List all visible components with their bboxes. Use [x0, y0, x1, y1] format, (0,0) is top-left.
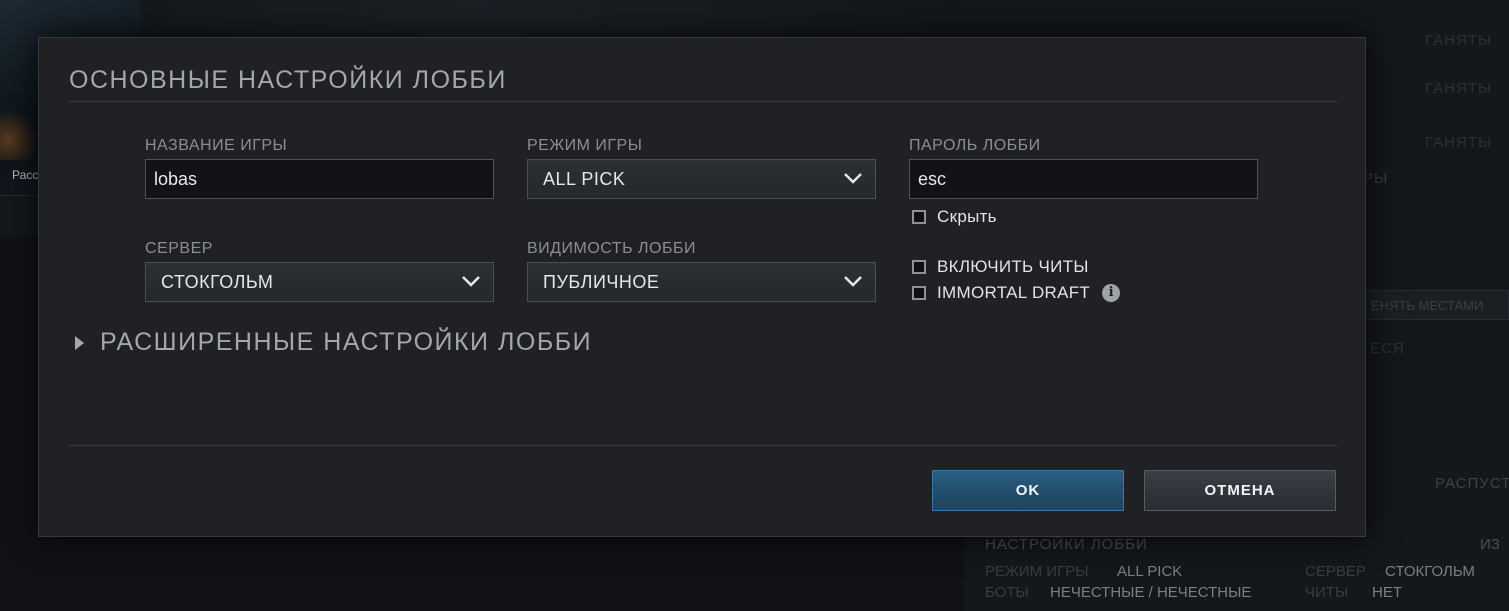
immortal-draft-checkbox[interactable]: [912, 286, 926, 300]
enable-cheats-checkbox-row[interactable]: ВКЛЮЧИТЬ ЧИТЫ: [912, 257, 1089, 277]
hide-password-label: Скрыть: [937, 207, 997, 226]
ok-button[interactable]: OK: [932, 470, 1124, 511]
advanced-settings-toggle[interactable]: РАСШИРЕННЫЕ НАСТРОЙКИ ЛОББИ: [75, 328, 592, 357]
game-mode-value: ALL PICK: [543, 169, 626, 189]
enable-cheats-checkbox[interactable]: [912, 260, 926, 274]
server-select[interactable]: СТОКГОЛЬМ: [145, 262, 494, 302]
game-name-label: НАЗВАНИЕ ИГРЫ: [145, 137, 288, 154]
lobby-password-label: ПАРОЛЬ ЛОББИ: [909, 137, 1041, 154]
summary-bots-key: БОТЫ: [985, 584, 1029, 601]
enable-cheats-label: ВКЛЮЧИТЬ ЧИТЫ: [937, 257, 1089, 276]
hide-password-checkbox[interactable]: [912, 210, 926, 224]
lobby-password-input[interactable]: [909, 159, 1258, 199]
summary-bots-value: НЕЧЕСТНЫЕ / НЕЧЕСТНЫЕ: [1050, 584, 1252, 601]
summary-mode-value: ALL PICK: [1117, 563, 1183, 580]
bg-left-label: Расс: [12, 168, 39, 182]
summary-mode-key: РЕЖИМ ИГРЫ: [985, 563, 1089, 580]
server-value: СТОКГОЛЬМ: [161, 272, 274, 292]
hide-password-checkbox-row[interactable]: Скрыть: [912, 207, 997, 227]
lobby-summary-title-right: ИЗ: [1480, 536, 1500, 553]
lobby-settings-dialog: ОСНОВНЫЕ НАСТРОЙКИ ЛОББИ НАЗВАНИЕ ИГРЫ Р…: [38, 37, 1366, 537]
chevron-down-icon: [844, 276, 862, 287]
bg-faint-text: РАСПУСТ: [1435, 475, 1509, 492]
lobby-summary: НАСТРОЙКИ ЛОББИ ИЗ РЕЖИМ ИГРЫ ALL PICK С…: [965, 536, 1509, 611]
chevron-down-icon: [462, 276, 480, 287]
footer-divider: [69, 445, 1337, 446]
visibility-select[interactable]: ПУБЛИЧНОЕ: [527, 262, 876, 302]
expand-arrow-icon: [75, 335, 84, 350]
visibility-label: ВИДИМОСТЬ ЛОББИ: [527, 240, 696, 257]
immortal-draft-label: IMMORTAL DRAFT: [937, 283, 1091, 302]
chevron-down-icon: [844, 173, 862, 184]
info-icon[interactable]: i: [1102, 284, 1121, 302]
dialog-title: ОСНОВНЫЕ НАСТРОЙКИ ЛОББИ: [69, 66, 507, 94]
summary-server-value: СТОКГОЛЬМ: [1385, 563, 1475, 580]
game-mode-select[interactable]: ALL PICK: [527, 159, 876, 199]
game-mode-label: РЕЖИМ ИГРЫ: [527, 137, 643, 154]
title-divider: [69, 101, 1337, 102]
immortal-draft-checkbox-row[interactable]: IMMORTAL DRAFT i: [912, 283, 1121, 303]
bg-faint-text: ГАНЯТЫ: [1425, 80, 1493, 97]
summary-server-key: СЕРВЕР: [1305, 563, 1366, 580]
bg-faint-text: ЕСЯ: [1370, 340, 1405, 357]
advanced-settings-label: РАСШИРЕННЫЕ НАСТРОЙКИ ЛОББИ: [100, 328, 593, 356]
cancel-button[interactable]: ОТМЕНА: [1144, 470, 1336, 511]
bg-faint-text: ГАНЯТЫ: [1425, 32, 1493, 49]
lobby-summary-title: НАСТРОЙКИ ЛОББИ: [985, 536, 1148, 553]
bg-top-strip: [140, 0, 965, 38]
bg-faint-text: РЫ: [1363, 170, 1389, 187]
server-label: СЕРВЕР: [145, 240, 213, 257]
bg-faint-text: ГАНЯТЫ: [1425, 134, 1493, 151]
summary-cheats-key: ЧИТЫ: [1305, 584, 1349, 601]
summary-cheats-value: НЕТ: [1372, 584, 1402, 601]
visibility-value: ПУБЛИЧНОЕ: [543, 272, 660, 292]
game-name-input[interactable]: [145, 159, 494, 199]
